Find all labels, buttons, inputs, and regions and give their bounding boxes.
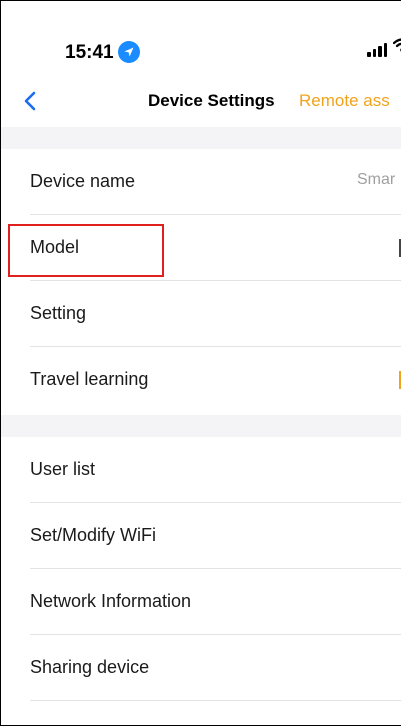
row-chevron-icon <box>399 239 401 257</box>
row-label: Travel learning <box>30 369 149 389</box>
settings-row-user-list[interactable]: User list <box>1 437 401 503</box>
status-time: 15:41 <box>65 41 114 63</box>
settings-row-travel-learning[interactable]: Travel learning <box>1 347 401 413</box>
row-label: Set/Modify WiFi <box>30 525 157 545</box>
row-value: Smar <box>357 171 396 188</box>
row-label: Model <box>30 237 80 257</box>
page-title: Device Settings <box>148 91 275 110</box>
row-label: Sharing device <box>30 657 150 677</box>
settings-row-set-modify-wifi[interactable]: Set/Modify WiFi <box>1 503 401 569</box>
row-label: Device name <box>30 171 136 191</box>
navigation-bar: Device Settings Remote ass <box>1 79 401 123</box>
status-right <box>367 38 401 57</box>
phone-frame: 15:41 Device Settings Remote ass Device … <box>0 0 401 726</box>
wifi-icon <box>392 38 401 57</box>
row-divider <box>30 700 401 701</box>
section-gap <box>1 415 401 437</box>
row-label: Network Information <box>30 591 192 611</box>
row-label: User list <box>30 459 96 479</box>
remote-assist-button[interactable]: Remote ass <box>299 91 390 111</box>
settings-row-network-information[interactable]: Network Information <box>1 569 401 635</box>
settings-row-device-name[interactable]: Device name Smar <box>1 149 401 215</box>
time-group: 15:41 <box>65 41 140 63</box>
settings-row-sharing-device[interactable]: Sharing device <box>1 635 401 701</box>
chevron-left-icon[interactable] <box>19 89 43 113</box>
section-gap <box>1 127 401 149</box>
cellular-signal-icon <box>367 43 387 57</box>
status-indicator <box>399 371 401 389</box>
location-arrow-icon <box>117 41 140 63</box>
status-bar: 15:41 <box>1 1 401 63</box>
row-label: Setting <box>30 303 87 323</box>
settings-row-setting[interactable]: Setting <box>1 281 401 347</box>
settings-row-model[interactable]: Model <box>1 215 401 281</box>
